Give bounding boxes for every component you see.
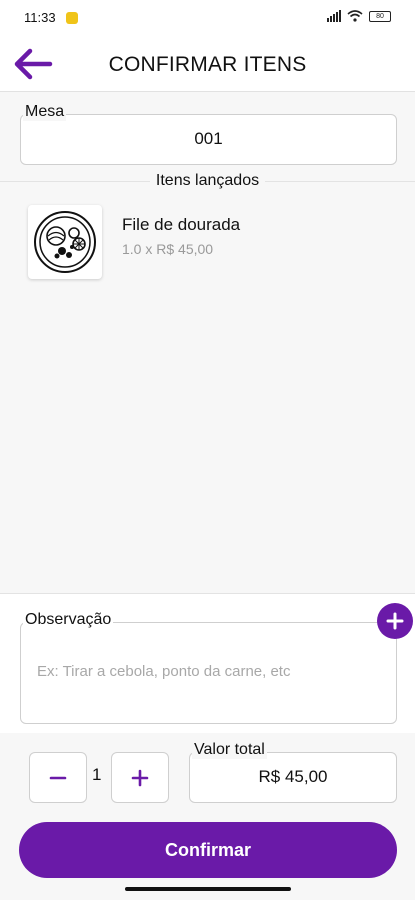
status-icons: 80 xyxy=(327,10,391,22)
quantity-value: 1 xyxy=(92,765,102,784)
mesa-value[interactable]: 001 xyxy=(21,129,396,149)
observation-field[interactable]: Observação xyxy=(20,611,397,724)
total-field: Valor total R$ 45,00 xyxy=(189,741,397,803)
wifi-icon xyxy=(347,10,363,22)
confirm-button[interactable]: Confirmar xyxy=(19,822,397,878)
app-bar: CONFIRMAR ITENS xyxy=(0,36,415,92)
notification-icon xyxy=(66,12,78,24)
battery-icon: 80 xyxy=(369,10,391,22)
battery-level: 80 xyxy=(376,12,384,20)
plus-icon xyxy=(131,769,149,786)
total-value: R$ 45,00 xyxy=(258,767,328,786)
item-name: File de dourada xyxy=(122,215,241,234)
observation-input[interactable] xyxy=(37,663,377,680)
status-time: 11:33 xyxy=(24,10,56,25)
total-label: Valor total xyxy=(192,741,267,759)
add-observation-button[interactable] xyxy=(377,603,413,639)
home-indicator xyxy=(125,887,291,891)
signal-icon xyxy=(327,10,341,22)
dish-plate-icon xyxy=(28,205,102,279)
items-section-title: Itens lançados xyxy=(0,172,415,190)
observation-label: Observação xyxy=(23,611,114,629)
page-title: CONFIRMAR ITENS xyxy=(108,53,307,76)
decrement-button[interactable] xyxy=(29,752,87,803)
plus-icon xyxy=(386,612,404,630)
item-detail: 1.0 x R$ 45,00 xyxy=(122,241,214,257)
minus-icon xyxy=(49,776,67,779)
list-item[interactable]: File de dourada 1.0 x R$ 45,00 xyxy=(28,205,388,281)
mesa-field[interactable]: Mesa 001 xyxy=(20,103,397,165)
status-bar: 11:33 80 xyxy=(0,0,415,36)
mesa-label: Mesa xyxy=(23,103,67,121)
items-section-title-text: Itens lançados xyxy=(149,172,266,189)
increment-button[interactable] xyxy=(111,752,169,803)
